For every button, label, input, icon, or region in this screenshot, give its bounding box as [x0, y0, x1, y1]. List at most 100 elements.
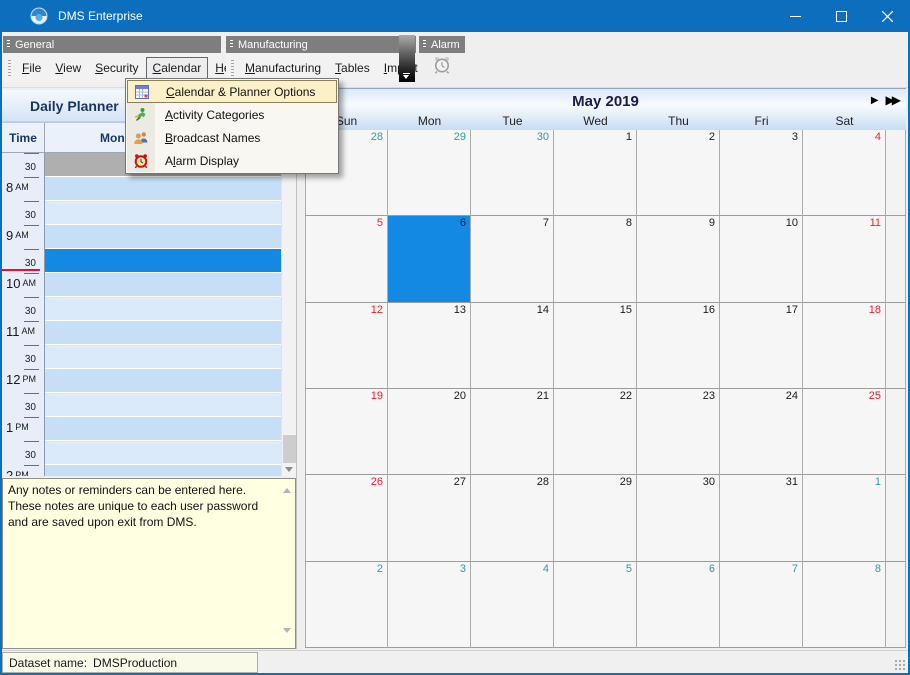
- toolbar-grip-icon[interactable]: [7, 40, 10, 49]
- planner-row-30: 30: [2, 249, 281, 273]
- close-button[interactable]: [864, 0, 910, 32]
- day-cell-11[interactable]: 11: [803, 216, 886, 302]
- scroll-down-icon[interactable]: [285, 467, 293, 472]
- maximize-button[interactable]: [818, 0, 864, 32]
- planner-row-8-am: 8AM: [2, 177, 281, 201]
- day-cell-4[interactable]: 4: [471, 562, 554, 648]
- day-cell-7[interactable]: 7: [720, 562, 803, 648]
- planner-slot[interactable]: [45, 297, 281, 321]
- day-cell-3[interactable]: 3: [388, 562, 471, 648]
- day-cell-23[interactable]: 23: [637, 389, 720, 475]
- day-cell-8[interactable]: 8: [803, 562, 886, 648]
- toolbar-caption-alarm[interactable]: Alarm: [419, 36, 465, 53]
- menu-security[interactable]: Security: [88, 57, 145, 79]
- alarm-clock-icon[interactable]: [432, 55, 452, 80]
- day-cell-7[interactable]: 7: [471, 216, 554, 302]
- planner-row-9-am: 9AM: [2, 225, 281, 249]
- day-cell-24[interactable]: 24: [720, 389, 803, 475]
- planner-slot[interactable]: [45, 177, 281, 201]
- menu-item-broadcast-names[interactable]: Broadcast Names: [127, 126, 337, 149]
- day-cell-1[interactable]: 1: [803, 475, 886, 561]
- planner-slot[interactable]: [45, 345, 281, 369]
- day-cell-6[interactable]: 6: [637, 562, 720, 648]
- notes-area[interactable]: Any notes or reminders can be entered he…: [2, 478, 296, 649]
- day-cell-18[interactable]: 18: [803, 303, 886, 389]
- day-cell-6[interactable]: 6: [388, 216, 471, 302]
- resize-grip[interactable]: [894, 659, 906, 671]
- day-cell-12[interactable]: 12: [305, 303, 388, 389]
- scroll-up-icon[interactable]: [283, 488, 291, 493]
- day-cell-1[interactable]: 1: [554, 130, 637, 216]
- planner-row-10-am: 10AM: [2, 273, 281, 297]
- day-cell-5[interactable]: 5: [305, 216, 388, 302]
- day-cell-21[interactable]: 21: [471, 389, 554, 475]
- menu-item-alarm-display[interactable]: Alarm Display: [127, 149, 337, 172]
- scrollbar-thumb[interactable]: [283, 435, 296, 463]
- day-cell-14[interactable]: 14: [471, 303, 554, 389]
- day-cell-27[interactable]: 27: [388, 475, 471, 561]
- menu-calendar[interactable]: Calendar: [146, 57, 209, 79]
- day-cell-9[interactable]: 9: [637, 216, 720, 302]
- planner-slot[interactable]: [45, 249, 281, 273]
- toolbar-alarm-row: [419, 53, 465, 82]
- day-cell-20[interactable]: 20: [388, 389, 471, 475]
- planner-slot[interactable]: [45, 201, 281, 225]
- menu-view[interactable]: View: [48, 57, 88, 79]
- toolbar-grip-icon[interactable]: [423, 40, 426, 49]
- toolbar-caption-label: Manufacturing: [238, 39, 308, 51]
- day-cell-19[interactable]: 19: [305, 389, 388, 475]
- day-cell-31[interactable]: 31: [720, 475, 803, 561]
- planner-slot[interactable]: [45, 369, 281, 393]
- calendar-header: May 2019 ▶ ▶▶ SunMonTueWedThuFriSat: [305, 88, 906, 130]
- time-label: 30: [2, 201, 45, 225]
- toolbar-overflow-button[interactable]: [399, 35, 415, 82]
- next-year-icon[interactable]: ▶▶: [886, 93, 901, 107]
- menu-manufacturing[interactable]: Manufacturing: [238, 57, 328, 79]
- planner-slot[interactable]: [45, 417, 281, 441]
- day-cell-17[interactable]: 17: [720, 303, 803, 389]
- day-cell-28[interactable]: 28: [471, 475, 554, 561]
- toolbar-caption-general[interactable]: General: [3, 36, 221, 53]
- day-cell-30[interactable]: 30: [637, 475, 720, 561]
- day-cell-15[interactable]: 15: [554, 303, 637, 389]
- toolbar-grip-icon[interactable]: [8, 60, 11, 76]
- scroll-down-icon[interactable]: [283, 628, 291, 633]
- planner-slot[interactable]: [45, 225, 281, 249]
- day-cell-30[interactable]: 30: [471, 130, 554, 216]
- planner-slot[interactable]: [45, 441, 281, 465]
- day-cell-4[interactable]: 4: [803, 130, 886, 216]
- planner-row-30: 30: [2, 441, 281, 465]
- menu-file[interactable]: File: [15, 57, 48, 79]
- planner-slot[interactable]: [45, 393, 281, 417]
- toolbar-caption-manufacturing[interactable]: Manufacturing: [226, 36, 416, 53]
- day-cell-2[interactable]: 2: [305, 562, 388, 648]
- day-cell-29[interactable]: 29: [388, 130, 471, 216]
- next-month-icon[interactable]: ▶: [871, 95, 879, 106]
- menu-item-calendar-planner-options[interactable]: Calendar & Planner Options: [127, 80, 337, 103]
- week-gutter: [886, 389, 906, 475]
- day-cell-29[interactable]: 29: [554, 475, 637, 561]
- minimize-button[interactable]: [772, 0, 818, 32]
- toolbar-grip-icon[interactable]: [230, 40, 233, 49]
- planner-grid: 308AM309AM3010AM3011AM3012PM301PM302PM: [2, 153, 281, 476]
- day-cell-13[interactable]: 13: [388, 303, 471, 389]
- day-cell-10[interactable]: 10: [720, 216, 803, 302]
- day-cell-5[interactable]: 5: [554, 562, 637, 648]
- planner-slot[interactable]: [45, 273, 281, 297]
- day-cell-25[interactable]: 25: [803, 389, 886, 475]
- day-cell-26[interactable]: 26: [305, 475, 388, 561]
- planner-slot[interactable]: [45, 321, 281, 345]
- day-cell-22[interactable]: 22: [554, 389, 637, 475]
- toolbar-grip-icon[interactable]: [231, 60, 234, 76]
- dataset-label: Dataset name:: [9, 656, 87, 670]
- planner-slot[interactable]: [45, 465, 281, 476]
- dataset-value: DMSProduction: [93, 656, 177, 670]
- day-cell-2[interactable]: 2: [637, 130, 720, 216]
- planner-scrollbar[interactable]: [281, 153, 296, 476]
- day-cell-16[interactable]: 16: [637, 303, 720, 389]
- menu-item-activity-categories[interactable]: Activity Categories: [127, 103, 337, 126]
- day-cell-8[interactable]: 8: [554, 216, 637, 302]
- day-cell-3[interactable]: 3: [720, 130, 803, 216]
- time-label: 30: [2, 249, 45, 273]
- menu-tables[interactable]: Tables: [328, 57, 377, 79]
